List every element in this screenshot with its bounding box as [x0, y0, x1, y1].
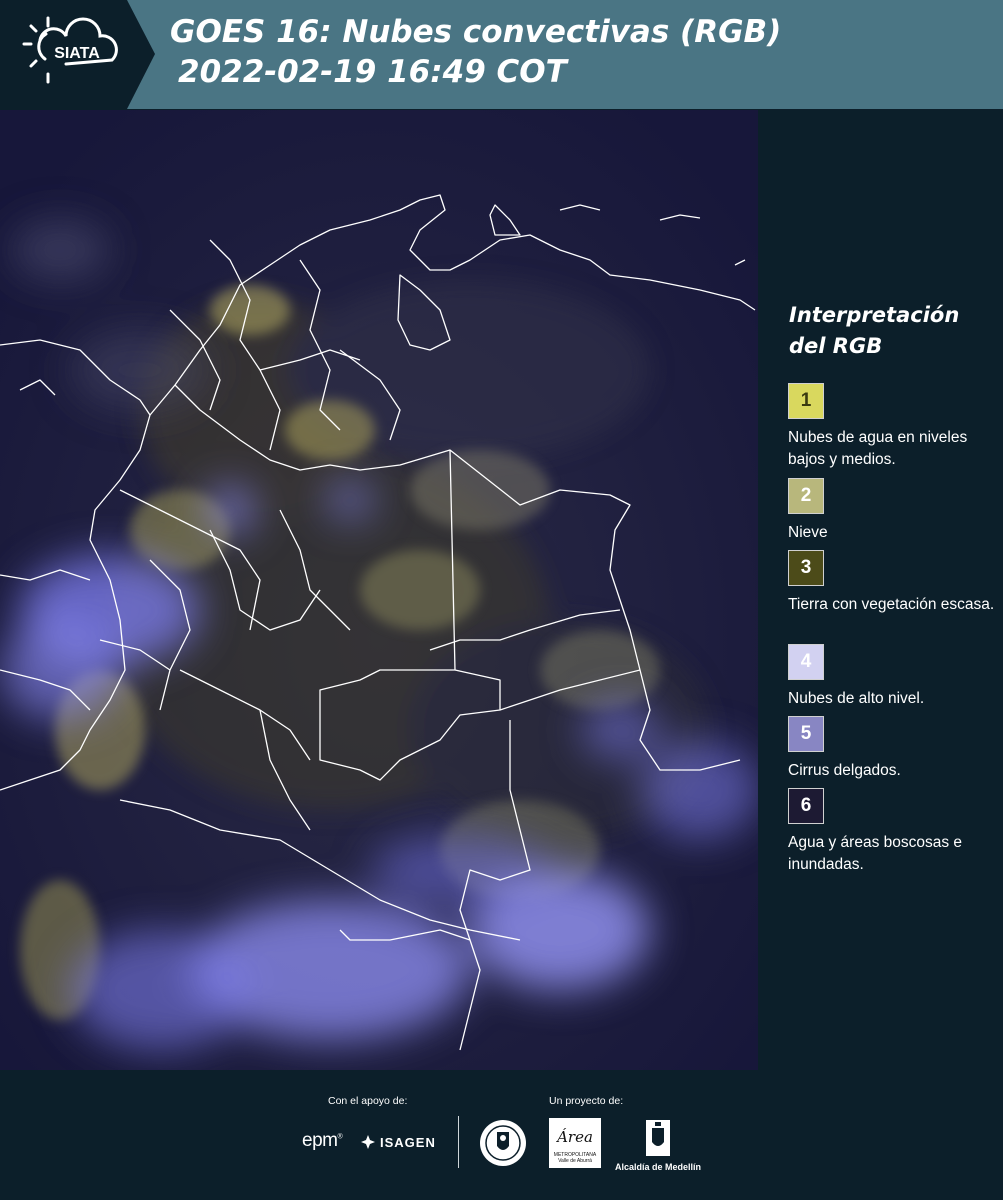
legend-swatch-5: 5 [788, 716, 824, 752]
medellin-seal-icon [480, 1120, 526, 1166]
header-bar: SIATA GOES 16: Nubes convectivas (RGB) 2… [0, 0, 1003, 109]
legend-swatch-2: 2 [788, 478, 824, 514]
svg-text:SIATA: SIATA [54, 45, 100, 62]
area-metropolitana-logo: Área METROPOLITANA Valle de Aburrá [549, 1118, 601, 1168]
legend-label-4: Nubes de alto nivel. [788, 690, 925, 707]
legend-label-2: Nieve [788, 524, 828, 541]
epm-logo: epm® [302, 1130, 343, 1151]
legend-item-5: 5 Cirrus delgados. [788, 716, 998, 782]
footer: Con el apoyo de: Un proyecto de: epm® IS… [0, 1070, 1003, 1200]
title-line-1: GOES 16: Nubes convectivas (RGB) [170, 14, 782, 50]
legend-label-6: Agua y áreas boscosas e inundadas. [788, 834, 963, 873]
project-label: Un proyecto de: [549, 1095, 624, 1107]
legend-item-6: 6 Agua y áreas boscosas e inundadas. [788, 788, 998, 876]
alcaldia-crest-icon [646, 1120, 670, 1156]
legend-item-2: 2 Nieve [788, 478, 998, 544]
siata-logo: SIATA [0, 0, 155, 109]
legend-swatch-4: 4 [788, 644, 824, 680]
legend-swatch-6: 6 [788, 788, 824, 824]
page-title: GOES 16: Nubes convectivas (RGB) 2022-02… [170, 12, 781, 92]
legend-title: Interpretación del RGB [789, 303, 960, 358]
legend-swatch-3: 3 [788, 550, 824, 586]
legend-item-4: 4 Nubes de alto nivel. [788, 644, 998, 710]
legend-item-3: 3 Tierra con vegetación escasa. [788, 550, 998, 616]
legend-label-1: Nubes de agua en niveles bajos y medios. [788, 429, 968, 468]
legend-label-3: Tierra con vegetación escasa. [788, 596, 995, 613]
legend-panel: Interpretación del RGB 1 Nubes de agua e… [760, 110, 1003, 1070]
legend-label-5: Cirrus delgados. [788, 762, 901, 779]
isagen-icon [361, 1135, 375, 1149]
footer-divider [458, 1116, 459, 1168]
satellite-image [0, 110, 758, 1070]
legend-item-1: 1 Nubes de agua en niveles bajos y medio… [788, 383, 998, 471]
legend-swatch-1: 1 [788, 383, 824, 419]
isagen-logo: ISAGEN [360, 1134, 436, 1150]
alcaldia-medellin-logo: Alcaldía de Medellín [612, 1118, 704, 1172]
title-line-2: 2022-02-19 16:49 COT [178, 54, 567, 90]
support-label: Con el apoyo de: [328, 1095, 408, 1107]
